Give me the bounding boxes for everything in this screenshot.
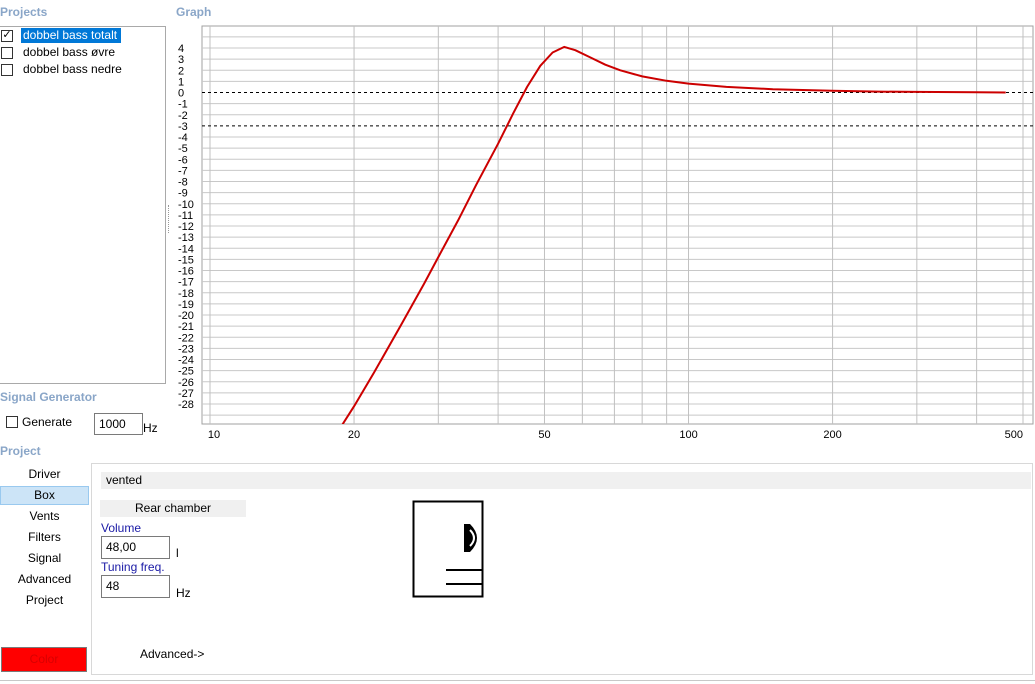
plot-area [201,25,1034,425]
frequency-response-chart: 43210-1-2-3-4-5-6-7-8-9-10-11-12-13-14-1… [178,25,1034,441]
x-tick-label: 10 [208,429,220,441]
nav-filters[interactable]: Filters [0,528,89,547]
window-bottom-border [0,680,1035,681]
generate-label: Generate [22,415,73,429]
volume-label: Volume [101,521,142,535]
box-type-header[interactable]: vented [101,472,1031,489]
x-tick-label: 500 [1005,429,1023,441]
y-tick-label: -28 [178,399,194,411]
nav-advanced[interactable]: Advanced [0,570,89,589]
generate-option[interactable]: Generate [6,415,72,429]
frequency-input[interactable]: 1000 [94,413,143,435]
nav-project[interactable]: Project [0,591,89,610]
volume-input[interactable]: 48,00 [101,536,170,559]
frequency-unit: Hz [143,421,158,435]
x-tick-label: 20 [348,429,360,441]
signal-generator-title: Signal Generator [0,390,97,404]
box-settings-panel: vented Rear chamber Volume 48,00 l Tunin… [91,463,1033,675]
tuning-freq-unit: Hz [176,586,191,600]
volume-unit: l [176,546,179,560]
tuning-freq-input[interactable]: 48 [101,575,170,598]
rear-chamber-header: Rear chamber [100,500,246,517]
nav-driver[interactable]: Driver [0,465,89,484]
x-tick-label: 200 [823,429,841,441]
x-tick-label: 50 [538,429,550,441]
generate-checkbox[interactable] [6,416,18,428]
nav-box[interactable]: Box [0,486,89,505]
x-tick-label: 100 [679,429,697,441]
color-button[interactable]: Color [1,647,87,672]
vented-box-diagram [412,500,484,598]
nav-vents[interactable]: Vents [0,507,89,526]
project-section-title: Project [0,444,41,458]
tuning-freq-label: Tuning freq. [101,560,165,574]
nav-signal[interactable]: Signal [0,549,89,568]
advanced-link[interactable]: Advanced-> [140,647,204,661]
